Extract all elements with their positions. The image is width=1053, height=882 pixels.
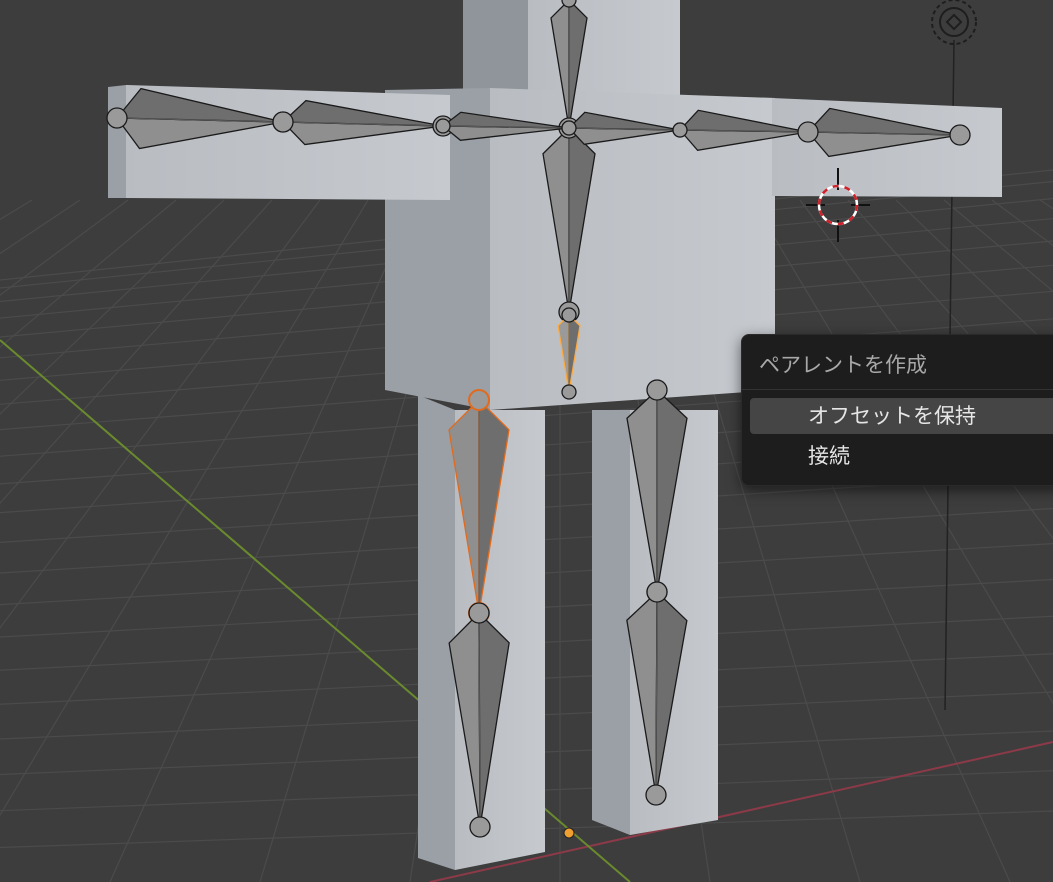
- menu-separator: [742, 389, 1053, 390]
- menu-item-keep-offset[interactable]: オフセットを保持: [750, 398, 1053, 434]
- menu-title: ペアレントを作成: [759, 353, 927, 377]
- origin-dot-icon: [563, 827, 575, 839]
- parent-popup-menu: ペアレントを作成 オフセットを保持 接続: [741, 334, 1053, 486]
- menu-item-connected[interactable]: 接続: [750, 438, 1053, 474]
